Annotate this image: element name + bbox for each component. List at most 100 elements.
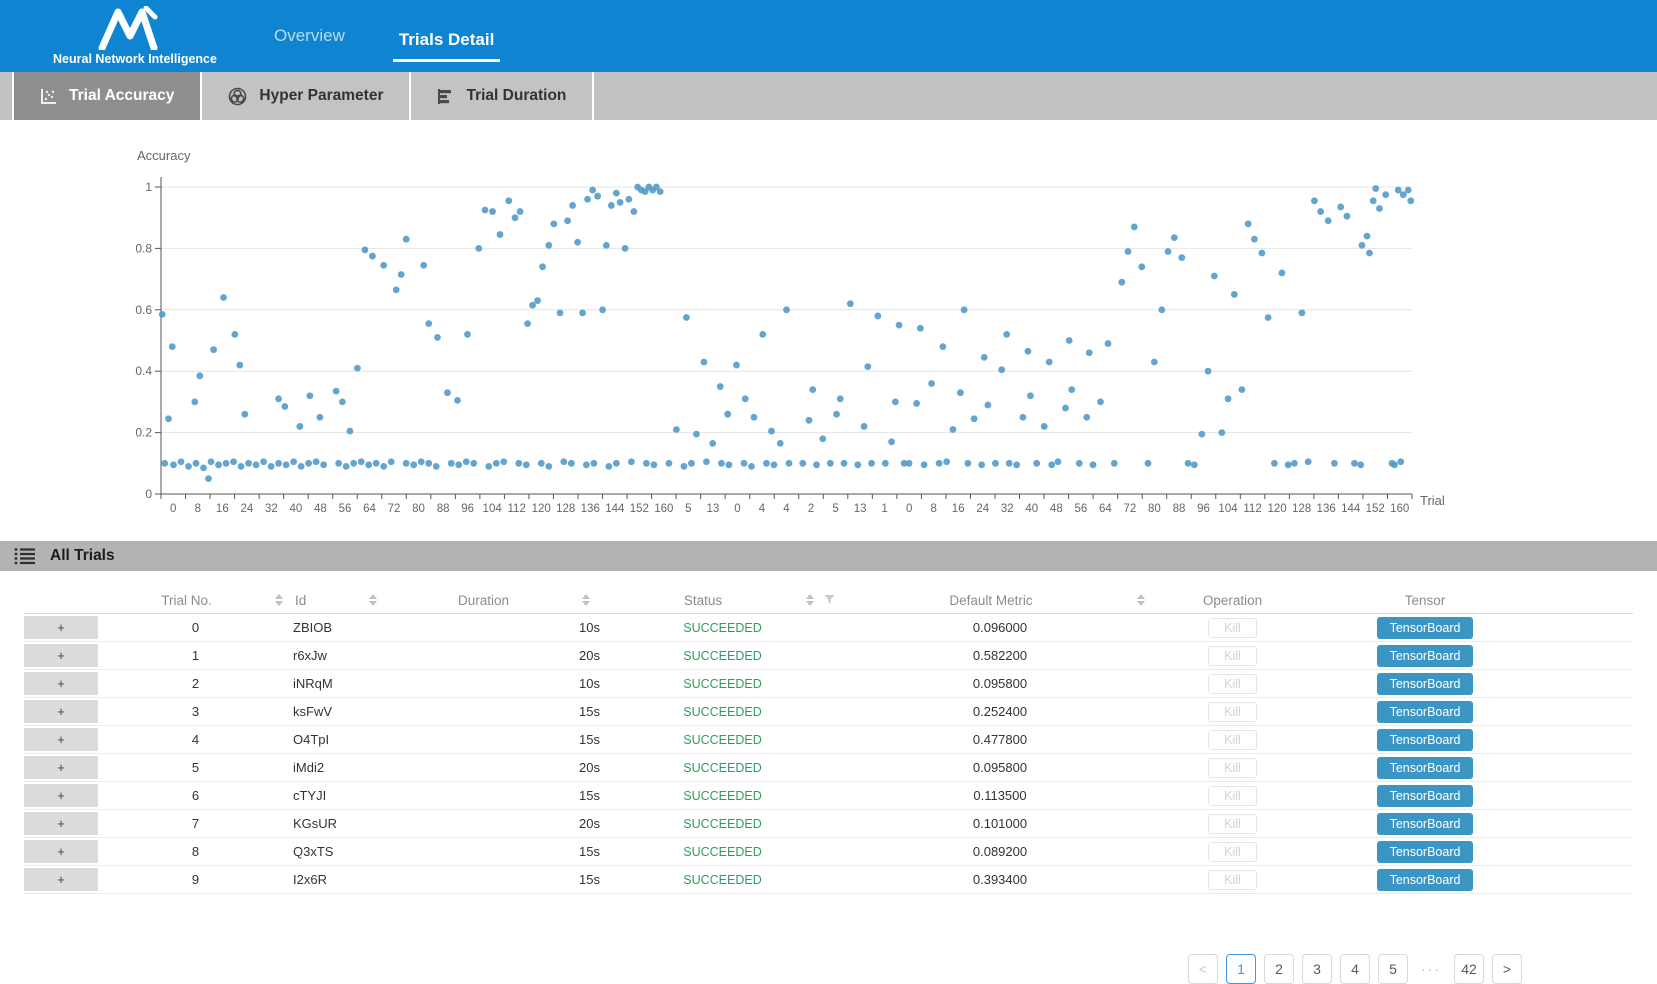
kill-button[interactable]: Kill (1208, 702, 1257, 722)
tensorboard-button[interactable]: TensorBoard (1377, 785, 1474, 807)
tab-trials-detail[interactable]: Trials Detail (369, 0, 524, 72)
page-button-2[interactable]: 2 (1264, 954, 1294, 984)
scatter-point (335, 460, 342, 467)
page-button-5[interactable]: 5 (1378, 954, 1408, 984)
cell-status: SUCCEEDED (600, 782, 845, 810)
subtab-trial-accuracy[interactable]: Trial Accuracy (12, 72, 202, 120)
next-page-button[interactable]: > (1492, 954, 1522, 984)
cell-tensor: TensorBoard (1310, 754, 1540, 782)
x-tick-label: 0 (170, 503, 176, 515)
scatter-point (892, 399, 899, 406)
subtab-trial-duration[interactable]: Trial Duration (411, 72, 594, 120)
column-label: Operation (1203, 593, 1262, 608)
scatter-point (617, 199, 624, 206)
x-tick-label: 4 (759, 503, 766, 515)
cell-default-metric: 0.113500 (845, 782, 1155, 810)
x-tick-label: 48 (1050, 503, 1063, 515)
tensorboard-button[interactable]: TensorBoard (1377, 757, 1474, 779)
expand-row-button[interactable]: + (24, 700, 98, 723)
cell-trial-id: ZBIOB (293, 614, 385, 642)
scatter-point (827, 460, 834, 467)
expand-row-button[interactable]: + (24, 728, 98, 751)
sort-icon[interactable] (806, 594, 814, 606)
scatter-point (943, 458, 950, 465)
x-tick-label: 144 (605, 503, 625, 515)
expand-row-button[interactable]: + (24, 840, 98, 863)
cell-status: SUCCEEDED (600, 754, 845, 782)
kill-button[interactable]: Kill (1208, 646, 1257, 666)
scatter-point (418, 458, 425, 465)
cell-tensor: TensorBoard (1310, 642, 1540, 670)
tensorboard-button[interactable]: TensorBoard (1377, 617, 1474, 639)
expand-cell: + (24, 614, 98, 642)
sort-icon[interactable] (582, 594, 590, 606)
page-button-1[interactable]: 1 (1226, 954, 1256, 984)
kill-button[interactable]: Kill (1208, 674, 1257, 694)
scatter-point (833, 411, 840, 418)
scatter-point (748, 463, 755, 470)
page-button-42[interactable]: 42 (1454, 954, 1484, 984)
scatter-point (505, 197, 512, 204)
table-row: +8Q3xTS15sSUCCEEDED0.089200KillTensorBoa… (24, 838, 1633, 866)
sort-icon[interactable] (1137, 594, 1145, 606)
page-button-3[interactable]: 3 (1302, 954, 1332, 984)
x-tick-label: 136 (1317, 503, 1336, 515)
page-button-4[interactable]: 4 (1340, 954, 1370, 984)
expand-row-button[interactable]: + (24, 644, 98, 667)
kill-button[interactable]: Kill (1208, 786, 1257, 806)
tensorboard-button[interactable]: TensorBoard (1377, 729, 1474, 751)
scatter-point (220, 294, 227, 301)
scatter-point (574, 239, 581, 246)
expand-row-button[interactable]: + (24, 812, 98, 835)
header-col-trial-no: Trial No. (98, 587, 293, 614)
tab-overview[interactable]: Overview (250, 0, 369, 72)
cell-trial-no: 1 (98, 642, 293, 670)
kill-button[interactable]: Kill (1208, 814, 1257, 834)
tensorboard-button[interactable]: TensorBoard (1377, 841, 1474, 863)
cell-duration: 20s (385, 642, 600, 670)
scatter-point (373, 460, 380, 467)
scatter-point (1158, 306, 1165, 313)
prev-page-button[interactable]: < (1188, 954, 1218, 984)
scatter-point (763, 460, 770, 467)
x-tick-label: 96 (1197, 503, 1210, 515)
cell-tensor: TensorBoard (1310, 726, 1540, 754)
scatter-point (841, 460, 848, 467)
sort-icon[interactable] (369, 594, 377, 606)
scatter-point (1090, 461, 1097, 468)
tensorboard-button[interactable]: TensorBoard (1377, 869, 1474, 891)
scatter-point (1225, 395, 1232, 402)
tensorboard-button[interactable]: TensorBoard (1377, 673, 1474, 695)
expand-row-button[interactable]: + (24, 616, 98, 639)
x-tick-label: 8 (195, 503, 201, 515)
kill-button[interactable]: Kill (1208, 758, 1257, 778)
cell-trial-no: 0 (98, 614, 293, 642)
filter-funnel-icon[interactable] (824, 593, 835, 608)
scatter-point (819, 435, 826, 442)
kill-button[interactable]: Kill (1208, 842, 1257, 862)
scatter-point (1118, 279, 1125, 286)
tensorboard-button[interactable]: TensorBoard (1377, 813, 1474, 835)
cell-status: SUCCEEDED (600, 670, 845, 698)
expand-row-button[interactable]: + (24, 672, 98, 695)
cell-trial-no: 9 (98, 866, 293, 894)
kill-button[interactable]: Kill (1208, 730, 1257, 750)
kill-button[interactable]: Kill (1208, 618, 1257, 638)
cell-default-metric: 0.252400 (845, 698, 1155, 726)
scatter-point (1131, 224, 1138, 231)
cell-duration: 15s (385, 866, 600, 894)
kill-button[interactable]: Kill (1208, 870, 1257, 890)
cell-tensor: TensorBoard (1310, 866, 1540, 894)
x-tick-label: 4 (783, 503, 790, 515)
cell-trial-id: iNRqM (293, 670, 385, 698)
expand-row-button[interactable]: + (24, 756, 98, 779)
expand-row-button[interactable]: + (24, 784, 98, 807)
table-row: +5iMdi220sSUCCEEDED0.095800KillTensorBoa… (24, 754, 1633, 782)
tensorboard-button[interactable]: TensorBoard (1377, 645, 1474, 667)
scatter-point (1145, 460, 1152, 467)
cell-trial-id: KGsUR (293, 810, 385, 838)
tensorboard-button[interactable]: TensorBoard (1377, 701, 1474, 723)
expand-row-button[interactable]: + (24, 868, 98, 891)
sort-icon[interactable] (275, 594, 283, 606)
subtab-hyper-parameter[interactable]: Hyper Parameter (202, 72, 411, 120)
